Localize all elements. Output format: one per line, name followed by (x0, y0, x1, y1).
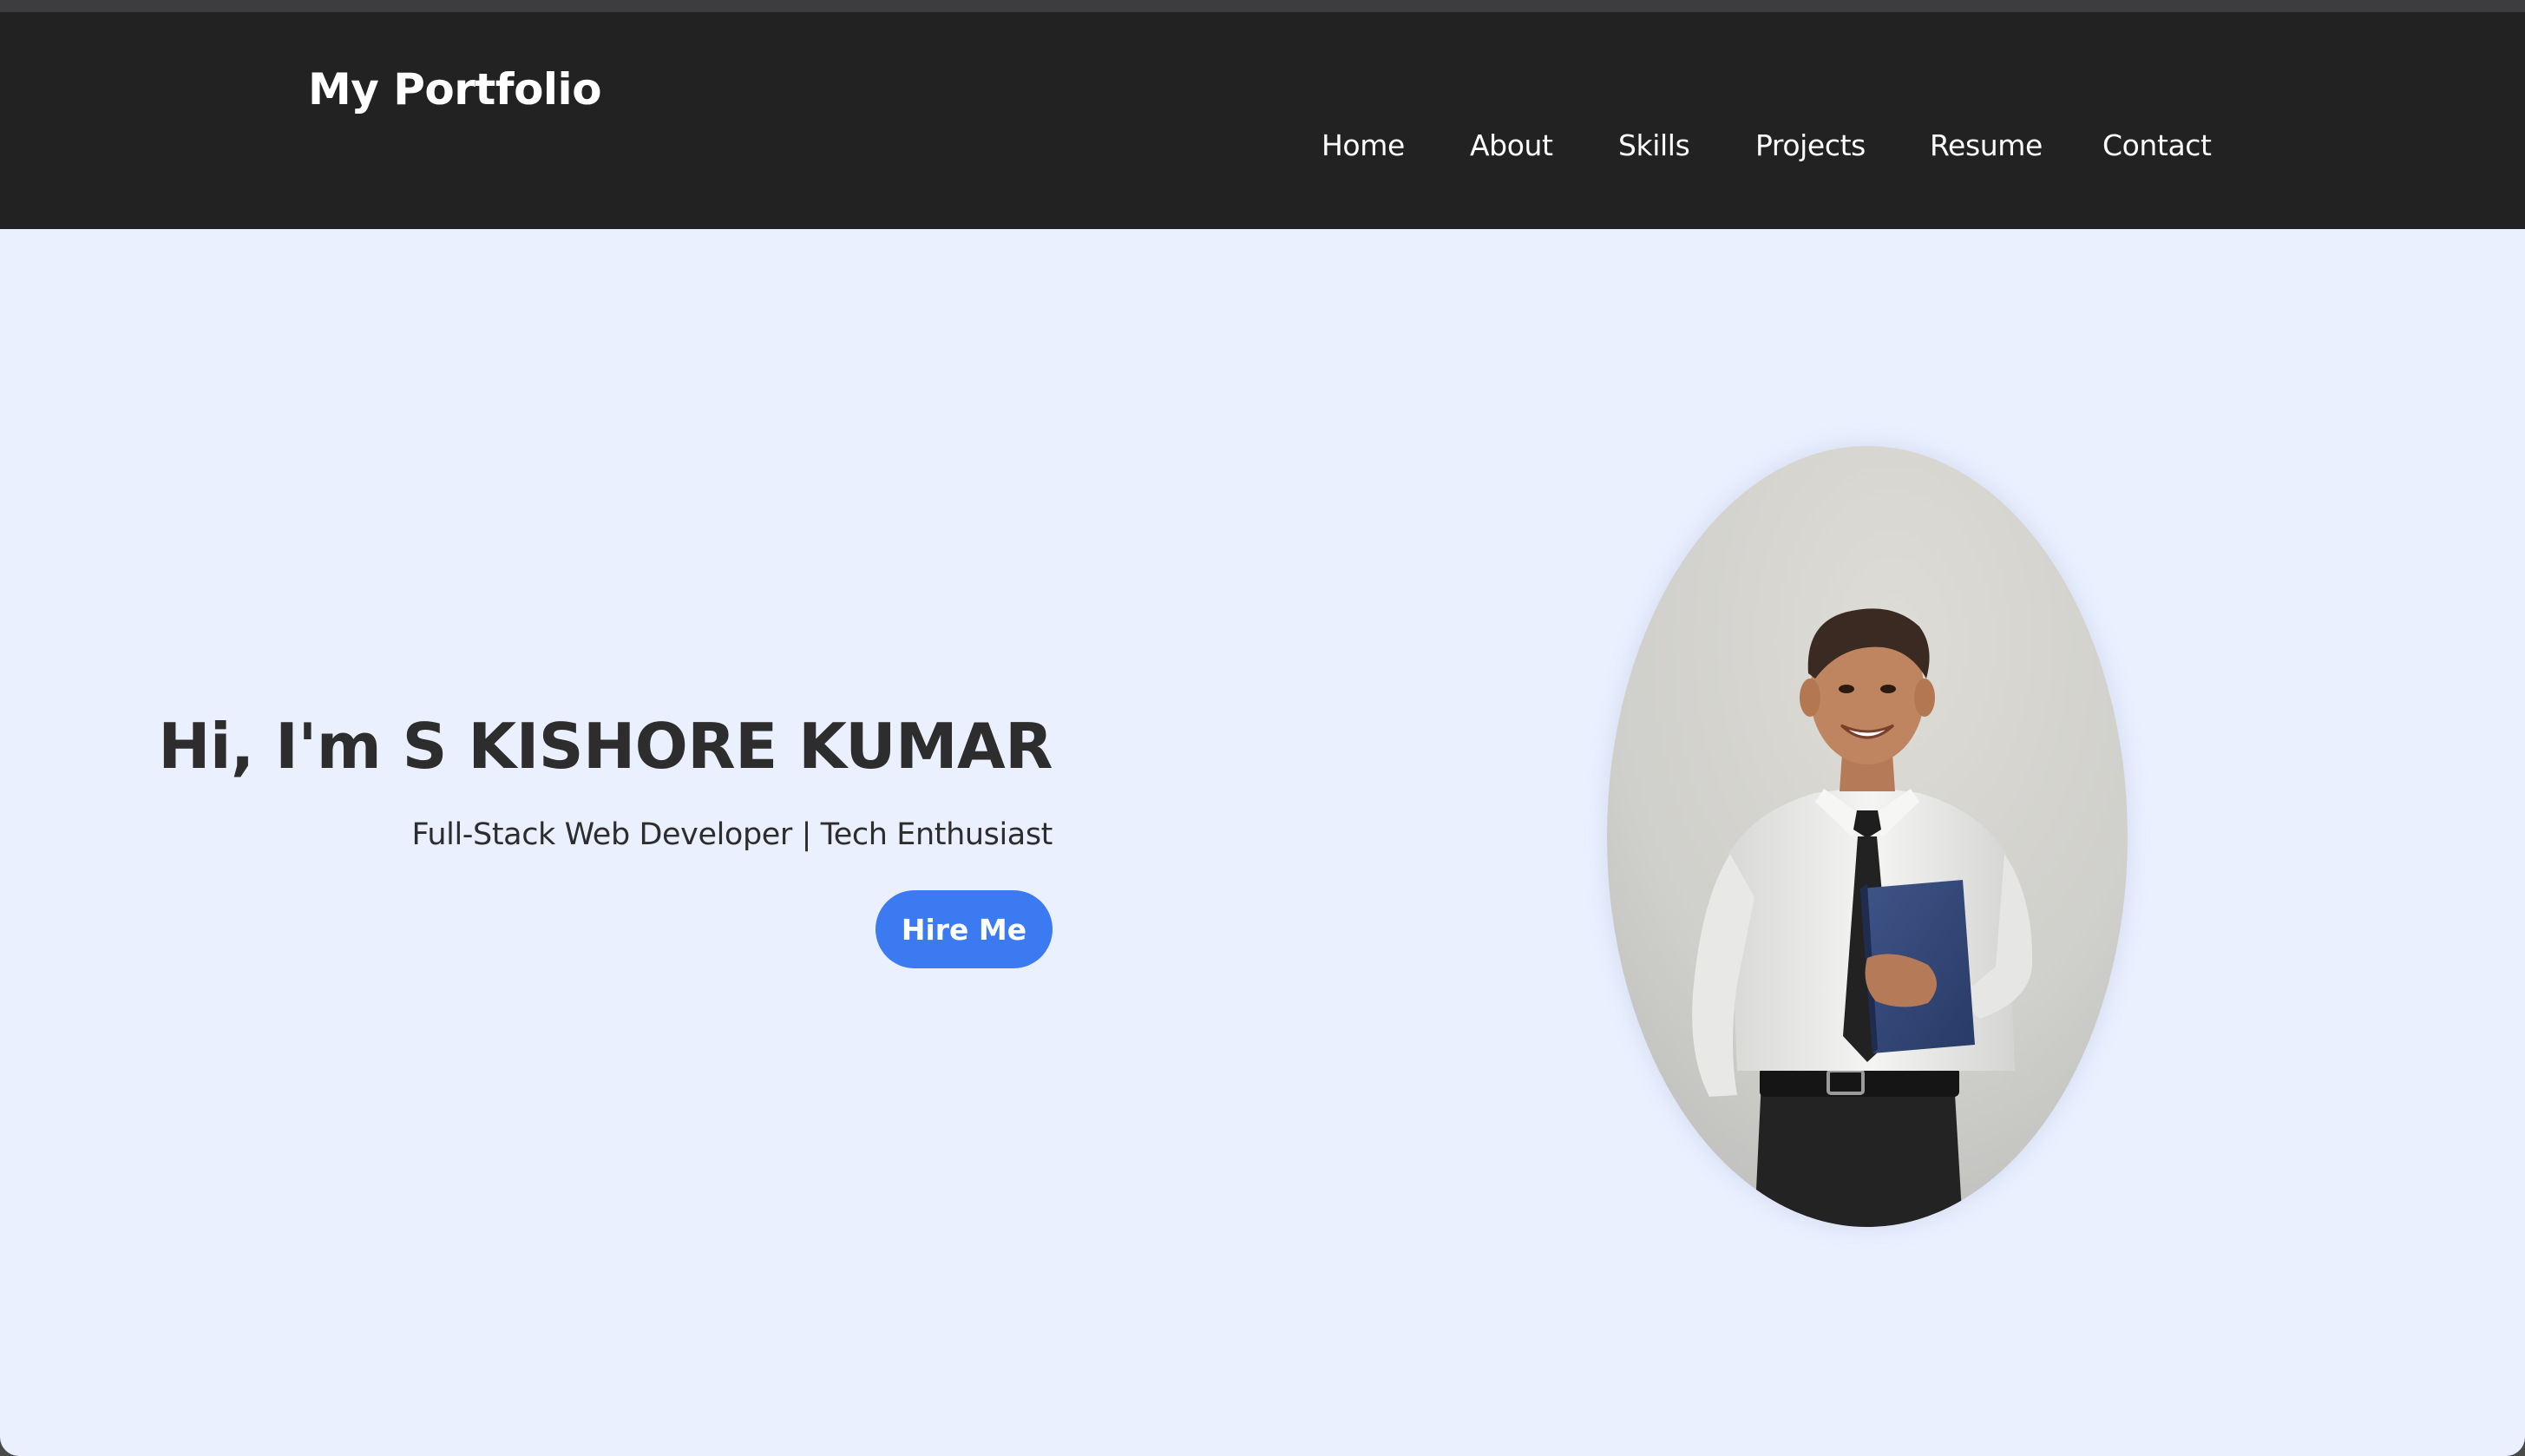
nav-link-projects[interactable]: Projects (1755, 128, 1866, 162)
hero-text-block: Hi, I'm S KISHORE KUMAR Full-Stack Web D… (158, 715, 1053, 968)
profile-photo (1607, 446, 2128, 1227)
nav-link-about[interactable]: About (1470, 128, 1553, 162)
nav-link-resume[interactable]: Resume (1930, 128, 2043, 162)
browser-top-strip (0, 0, 2525, 12)
navbar: My Portfolio Home About Skills Projects … (0, 12, 2525, 229)
nav-link-skills[interactable]: Skills (1618, 128, 1690, 162)
hero-title: Hi, I'm S KISHORE KUMAR (158, 710, 1053, 783)
nav-link-contact[interactable]: Contact (2102, 128, 2212, 162)
hero-section: Hi, I'm S KISHORE KUMAR Full-Stack Web D… (0, 229, 2525, 1456)
portfolio-page: My Portfolio Home About Skills Projects … (0, 0, 2525, 1456)
hero-subtitle: Full-Stack Web Developer | Tech Enthusia… (411, 817, 1053, 852)
hire-me-button[interactable]: Hire Me (876, 890, 1053, 968)
nav-links: Home About Skills Projects Resume Contac… (0, 128, 2525, 180)
nav-link-home[interactable]: Home (1322, 128, 1405, 162)
profile-photo-illustration (1607, 446, 2128, 1227)
brand-logo-text[interactable]: My Portfolio (308, 64, 602, 115)
